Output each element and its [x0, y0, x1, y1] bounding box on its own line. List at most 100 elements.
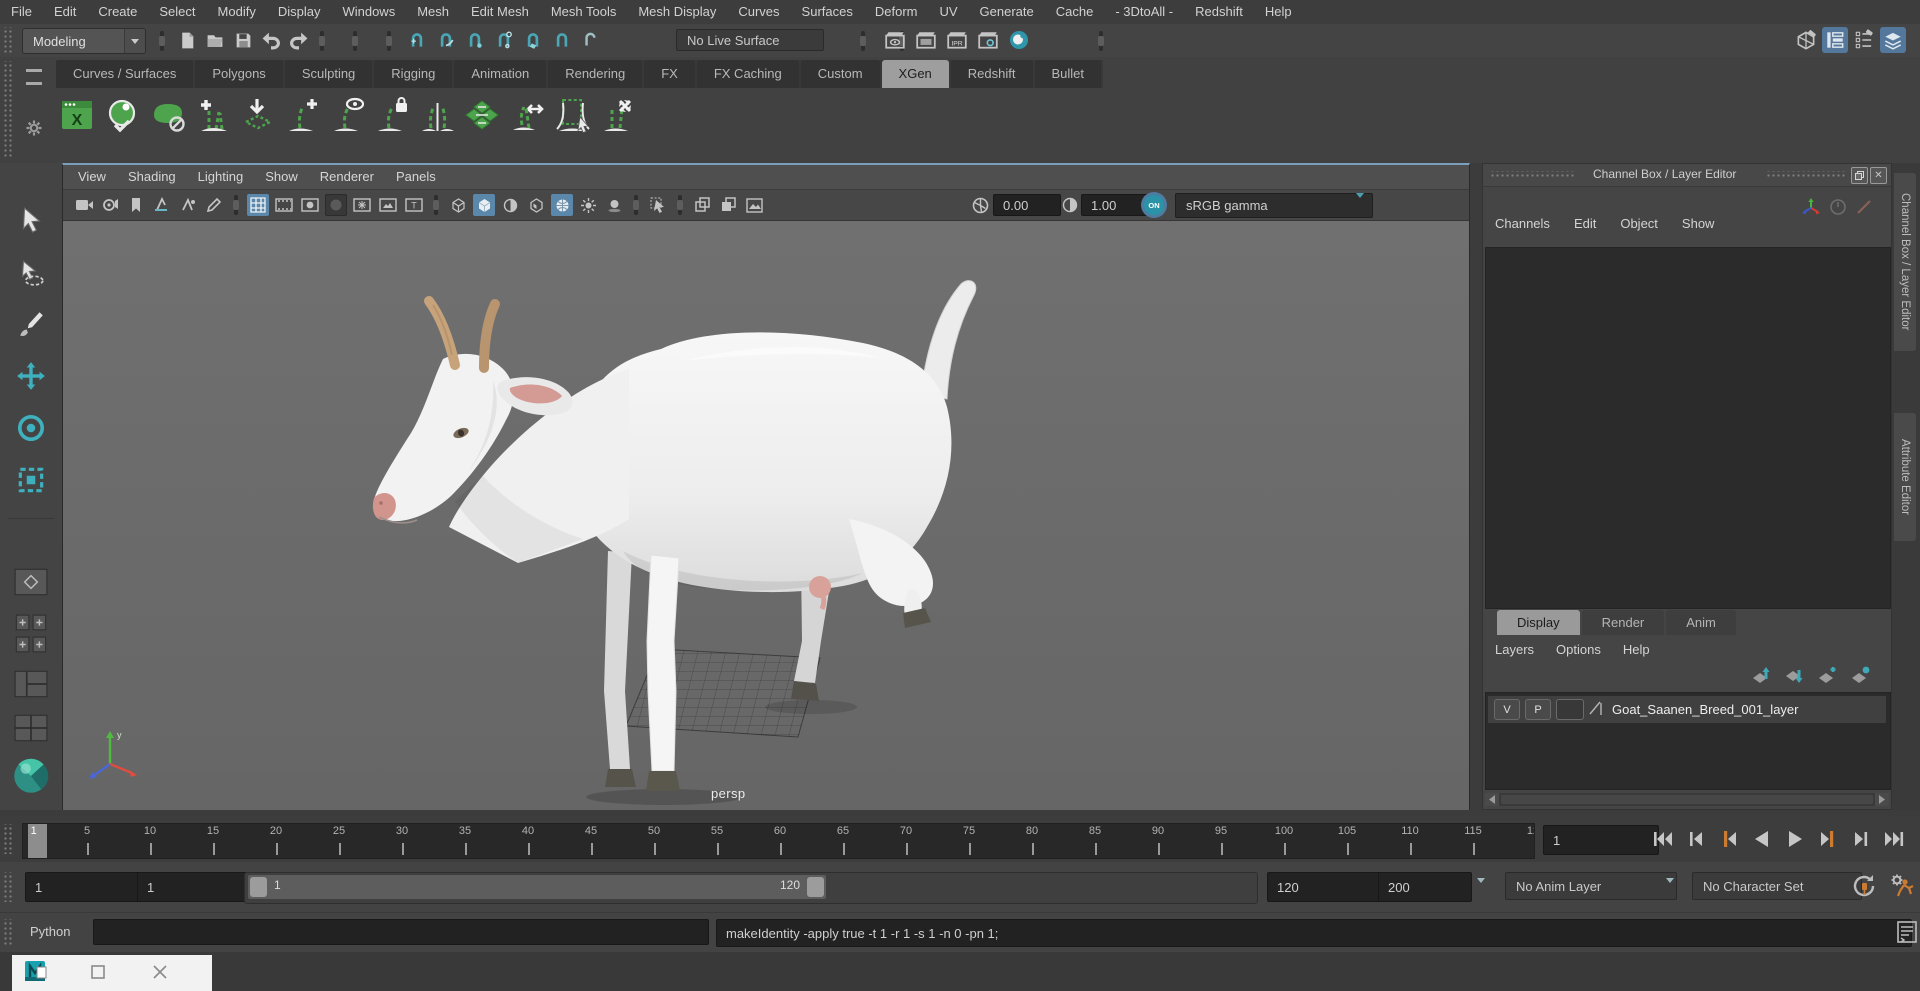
wireframe-on-shaded-icon[interactable]	[551, 194, 573, 216]
shelf-tab-rigging[interactable]: Rigging	[374, 60, 452, 88]
camera-icon[interactable]	[73, 194, 95, 216]
xgen-editor-icon[interactable]: X	[58, 95, 98, 135]
menu-create[interactable]: Create	[87, 0, 148, 24]
command-line-grip[interactable]	[2, 919, 14, 947]
break-connection-icon[interactable]	[1855, 198, 1873, 219]
speed-state-icon[interactable]	[1829, 198, 1847, 219]
layout-perspective-ball-icon[interactable]	[11, 752, 51, 800]
exposure-field[interactable]: 0.00	[993, 194, 1061, 216]
range-start-handle[interactable]	[250, 877, 267, 897]
close-icon[interactable]: ✕	[1870, 167, 1887, 184]
lasso-select-tool-icon[interactable]	[11, 252, 51, 292]
timeline-current-frame-marker[interactable]: 1	[28, 824, 47, 858]
resolution-gate-icon[interactable]	[299, 194, 321, 216]
view-transform-select[interactable]: sRGB gamma	[1175, 193, 1373, 218]
undo-icon[interactable]	[260, 28, 282, 52]
grid-icon[interactable]	[247, 194, 269, 216]
move-layer-down-icon[interactable]	[1784, 666, 1806, 687]
menu-cache[interactable]: Cache	[1045, 0, 1105, 24]
make-live-icon[interactable]	[551, 28, 573, 52]
viewport-menu-lighting[interactable]: Lighting	[187, 165, 255, 189]
render-settings-icon[interactable]	[977, 28, 999, 52]
snapshot-image-icon[interactable]	[743, 194, 765, 216]
snap-extra-icon[interactable]	[580, 28, 602, 52]
menu-redshift[interactable]: Redshift	[1184, 0, 1254, 24]
default-lighting-icon[interactable]	[577, 194, 599, 216]
scroll-right-icon[interactable]	[1875, 793, 1889, 806]
shelf-tab-rendering[interactable]: Rendering	[548, 60, 642, 88]
file-save-icon[interactable]	[232, 28, 254, 52]
layer-display-type-swatch[interactable]	[1556, 699, 1584, 720]
shelf-grip[interactable]	[2, 61, 14, 157]
file-new-icon[interactable]	[176, 28, 198, 52]
xgen-preview-toggle-icon[interactable]	[103, 95, 143, 135]
exposure-icon[interactable]	[971, 196, 989, 214]
background-window-titlebar[interactable]	[12, 955, 212, 991]
scroll-thumb[interactable]	[1501, 795, 1873, 804]
xgen-select-region-icon[interactable]	[553, 95, 593, 135]
snap-to-point-icon[interactable]	[464, 28, 486, 52]
redo-icon[interactable]	[288, 28, 310, 52]
shelf-tab-animation[interactable]: Animation	[454, 60, 546, 88]
menu-mesh[interactable]: Mesh	[406, 0, 460, 24]
go-to-start-button[interactable]	[1648, 824, 1678, 854]
maya-app-icon[interactable]	[24, 959, 50, 988]
xgen-guide-width-icon[interactable]	[508, 95, 548, 135]
panel-divider[interactable]	[1470, 163, 1482, 810]
shelf-tab-xgen[interactable]: XGen	[882, 60, 949, 88]
vertical-tab-channel-box[interactable]: Channel Box / Layer Editor	[1894, 173, 1916, 351]
manipulator-axis-icon[interactable]	[1801, 197, 1821, 220]
menu-mesh-tools[interactable]: Mesh Tools	[540, 0, 628, 24]
script-editor-icon[interactable]	[1897, 921, 1917, 946]
smooth-shade-icon[interactable]	[473, 194, 495, 216]
textured-icon[interactable]	[525, 194, 547, 216]
playback-start-field[interactable]: 1	[137, 872, 252, 902]
character-set-field[interactable]: No Character Set	[1692, 872, 1862, 900]
shelf-tab-sculpting[interactable]: Sculpting	[285, 60, 372, 88]
image-plane-icon[interactable]	[151, 194, 173, 216]
auto-keyframe-icon[interactable]	[1850, 872, 1878, 903]
render-current-frame-icon[interactable]	[915, 28, 937, 52]
camera-attributes-icon[interactable]	[99, 194, 121, 216]
viewport-menu-shading[interactable]: Shading	[117, 165, 187, 189]
menu-modify[interactable]: Modify	[207, 0, 267, 24]
shelf-tab-polygons[interactable]: Polygons	[195, 60, 282, 88]
menu-display[interactable]: Display	[267, 0, 332, 24]
viewport-canvas[interactable]: y persp	[63, 221, 1469, 812]
layer-playback-toggle[interactable]: P	[1525, 699, 1551, 720]
viewport-menu-view[interactable]: View	[67, 165, 117, 189]
layer-editor-tab-display[interactable]: Display	[1497, 610, 1580, 635]
channel-box-list-area[interactable]	[1485, 247, 1891, 609]
grease-pencil-icon[interactable]	[203, 194, 225, 216]
command-language-label[interactable]: Python	[30, 924, 70, 939]
two-sided-lighting-icon[interactable]	[177, 194, 199, 216]
move-layer-up-icon[interactable]	[1751, 666, 1773, 687]
snap-to-grid-icon[interactable]	[406, 28, 428, 52]
buffer-copy-icon[interactable]	[691, 194, 713, 216]
menu-curves[interactable]: Curves	[727, 0, 790, 24]
step-back-frame-button[interactable]	[1681, 824, 1711, 854]
channel-box-toggle-icon[interactable]	[1822, 27, 1848, 53]
anim-layer-field[interactable]: No Anim Layer	[1505, 872, 1677, 900]
menu-set-dropdown-arrow[interactable]	[124, 29, 145, 53]
paint-select-tool-icon[interactable]	[11, 304, 51, 344]
go-to-end-button[interactable]	[1879, 824, 1909, 854]
isolate-select-icon[interactable]	[647, 194, 669, 216]
layer-editor-tab-render[interactable]: Render	[1582, 610, 1665, 635]
animation-preferences-icon[interactable]	[1888, 872, 1916, 903]
channel-box-menu-edit[interactable]: Edit	[1574, 216, 1596, 231]
buffer-paste-icon[interactable]	[717, 194, 739, 216]
gamma-field[interactable]: 1.00	[1081, 194, 1149, 216]
xgen-disable-preview-icon[interactable]	[148, 95, 188, 135]
layer-name[interactable]: Goat_Saanen_Breed_001_layer	[1612, 702, 1798, 717]
rotate-tool-icon[interactable]	[11, 408, 51, 448]
layout-four-pane-icon[interactable]	[11, 708, 51, 748]
xgen-attach-description-icon[interactable]	[238, 95, 278, 135]
move-tool-icon[interactable]	[11, 356, 51, 396]
step-forward-key-button[interactable]	[1813, 824, 1843, 854]
animation-start-field[interactable]: 1	[25, 872, 145, 902]
shelf-menu-icon[interactable]	[26, 69, 42, 85]
create-empty-layer-icon[interactable]	[1817, 666, 1839, 687]
playback-end-field[interactable]: 120	[1267, 872, 1387, 902]
view-transform-arrow[interactable]	[1356, 198, 1364, 213]
